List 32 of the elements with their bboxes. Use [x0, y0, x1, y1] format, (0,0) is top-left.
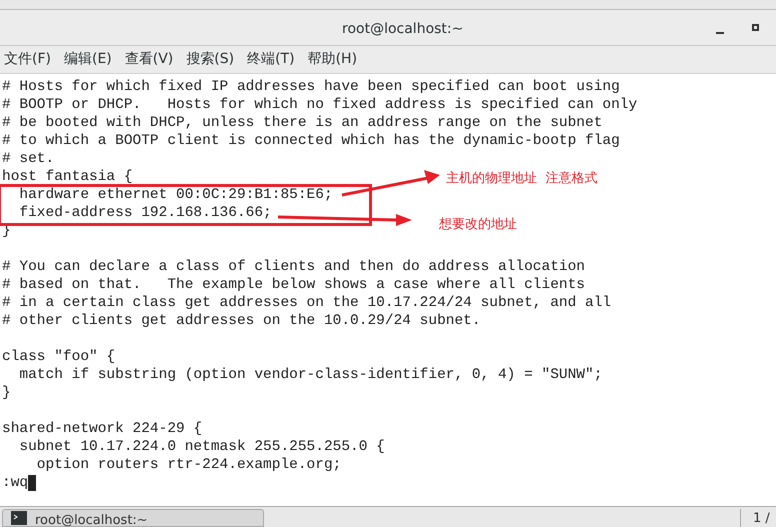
- code-line: subnet 10.17.224.0 netmask 255.255.255.0 {: [18, 439, 385, 455]
- menu-item[interactable]: 搜索(S): [186, 49, 234, 70]
- menu-item[interactable]: 文件(F): [4, 49, 51, 70]
- terminal-icon: [11, 511, 27, 525]
- code-line: }: [2, 385, 11, 401]
- code-line: class "foo" {: [2, 349, 116, 365]
- code-line: shared-network 224-29 {: [2, 421, 202, 437]
- code-line: # BOOTP or DHCP. Hosts for which no fixed address is specified can only: [2, 97, 638, 113]
- code-line: # set.: [2, 151, 54, 167]
- code-line: # based on that. The example below shows a case where all clients: [2, 277, 585, 293]
- command-line: :wq: [2, 474, 28, 492]
- text-cursor: [28, 475, 36, 491]
- maximize-icon[interactable]: [752, 24, 759, 31]
- window-title: root@localhost:~: [342, 20, 464, 39]
- code-line: option routers rtr-224.example.org;: [36, 457, 342, 473]
- code-line: host fantasia {: [2, 169, 133, 185]
- menu-item[interactable]: 终端(T): [247, 49, 295, 70]
- annotation-label: 想要改的地址: [439, 216, 517, 234]
- code-line: # You can declare a class of clients and then do address allocation: [2, 259, 585, 275]
- menu-item[interactable]: 编辑(E): [64, 49, 112, 70]
- menu-item[interactable]: 查看(V): [124, 49, 174, 70]
- code-line: fixed-address 192.168.136.66;: [18, 205, 272, 221]
- annotation-label: 主机的物理地址 注意格式: [446, 170, 598, 188]
- code-line: # be booted with DHCP, unless there is an address range on the subnet: [2, 115, 602, 131]
- code-line: # to which a BOOTP client is connected which has the dynamic-bootp flag: [2, 133, 620, 149]
- code-line: # Hosts for which fixed IP addresses have been specified can boot using: [2, 79, 620, 95]
- code-line: # in a certain class get addresses on the 10.17.224/24 subnet, and all: [2, 295, 612, 311]
- menu-item[interactable]: 帮助(H): [308, 49, 358, 70]
- code-line: hardware ethernet 00:0C:29:B1:85:E6;: [18, 187, 333, 203]
- workspace-indicator[interactable]: 1 /: [740, 509, 776, 527]
- code-line: # other clients get addresses on the 10.0.29/24 subnet.: [2, 313, 481, 329]
- code-line: match if substring (option vendor-class-identifier, 0, 4) = "SUNW";: [18, 367, 602, 383]
